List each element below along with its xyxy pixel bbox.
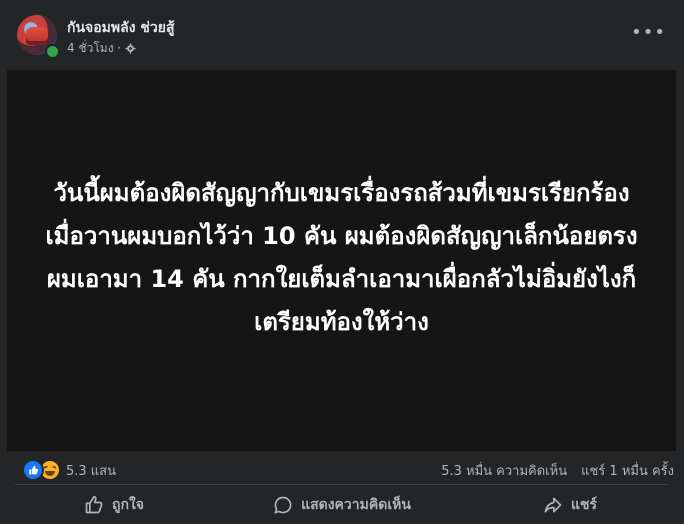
post-content: วันนี้ผมต้องผิดสัญญากับเขมรเรื่องรถส้วมท… [7, 70, 676, 451]
share-count[interactable]: แชร์ 1 หมื่น ครั้ง [581, 460, 674, 481]
thumbs-up-icon [85, 495, 103, 514]
post-actions: ถูกใจ แสดงความคิดเห็น แชร์ [0, 486, 684, 524]
online-status-dot [45, 44, 60, 59]
gear-icon [125, 43, 136, 54]
share-button[interactable]: แชร์ [456, 486, 684, 524]
like-button[interactable]: ถูกใจ [0, 486, 228, 524]
post-timestamp[interactable]: 4 ชั่วโมง · [67, 39, 121, 58]
reaction-summary[interactable]: 5.3 แสน [22, 459, 116, 481]
author-name[interactable]: กันจอมพลัง ช่วยสู้ [67, 17, 175, 39]
like-reaction-icon [22, 459, 44, 481]
post-stats: 5.3 แสน 5.3 หมื่น ความคิดเห็น แชร์ 1 หมื… [0, 451, 684, 485]
post-text: วันนี้ผมต้องผิดสัญญากับเขมรเรื่องรถส้วมท… [45, 179, 638, 336]
comment-label: แสดงความคิดเห็น [301, 497, 411, 513]
comment-button[interactable]: แสดงความคิดเห็น [228, 486, 456, 524]
engagement-counts: 5.3 หมื่น ความคิดเห็น แชร์ 1 หมื่น ครั้ง [441, 460, 674, 481]
comment-count[interactable]: 5.3 หมื่น ความคิดเห็น [441, 460, 567, 481]
post-meta: 4 ชั่วโมง · [67, 39, 136, 58]
share-label: แชร์ [570, 497, 598, 513]
share-arrow-icon [544, 497, 562, 513]
reaction-count: 5.3 แสน [66, 463, 117, 479]
avatar-figure [26, 27, 48, 45]
divider [15, 484, 669, 485]
post-header: กันจอมพลัง ช่วยสู้ 4 ชั่วโมง · ••• [0, 0, 684, 70]
more-options-button[interactable]: ••• [631, 24, 666, 42]
like-label: ถูกใจ [112, 497, 144, 513]
comment-icon [274, 496, 292, 514]
